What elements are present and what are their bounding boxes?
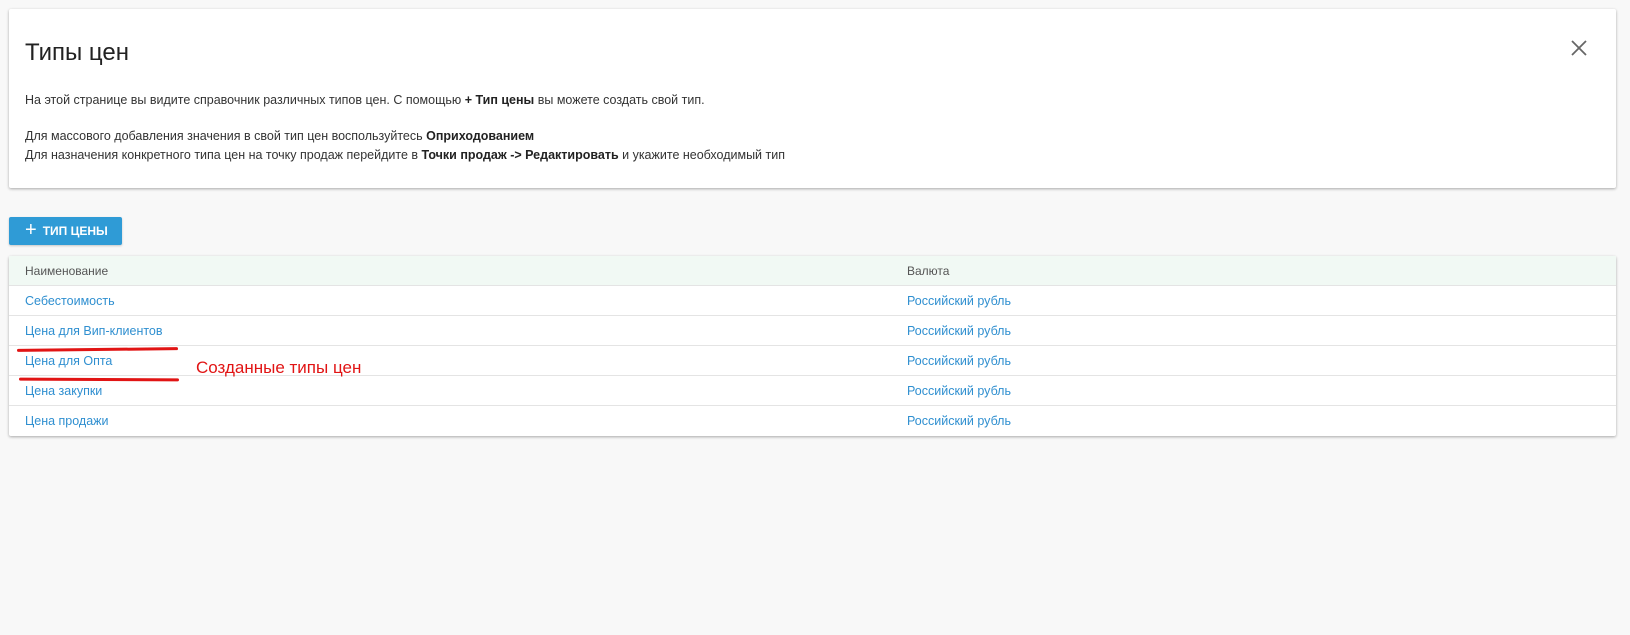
add-price-type-button[interactable]: + ТИП ЦЕНЫ — [9, 217, 122, 245]
info-panel: Типы цен На этой странице вы видите спра… — [9, 9, 1616, 188]
table-row: Цена для Вип-клиентов Российский рубль — [9, 316, 1616, 346]
currency-link[interactable]: Российский рубль — [907, 376, 1011, 406]
column-header-name[interactable]: Наименование — [25, 256, 108, 286]
currency-link[interactable]: Российский рубль — [907, 286, 1011, 316]
currency-link[interactable]: Российский рубль — [907, 316, 1011, 346]
currency-link[interactable]: Российский рубль — [907, 406, 1011, 436]
close-icon — [1571, 40, 1587, 56]
column-header-currency[interactable]: Валюта — [907, 256, 949, 286]
table-row: Себестоимость Российский рубль — [9, 286, 1616, 316]
table-header: Наименование Валюта — [9, 256, 1616, 286]
page-title: Типы цен — [25, 39, 130, 66]
close-button[interactable] — [1566, 35, 1592, 61]
info-line-create: На этой странице вы видите справочник ра… — [25, 93, 705, 107]
add-price-type-label: ТИП ЦЕНЫ — [42, 224, 108, 238]
info-line-bulk: Для массового добавления значения в свой… — [25, 129, 535, 143]
annotation-label: Созданные типы цен — [196, 358, 362, 377]
info-line-assign: Для назначения конкретного типа цен на т… — [25, 148, 785, 162]
table-row: Цена закупки Российский рубль — [9, 376, 1616, 406]
price-type-name-link[interactable]: Себестоимость — [25, 286, 115, 316]
price-type-name-link[interactable]: Цена для Вип-клиентов — [25, 316, 163, 346]
plus-icon: + — [25, 219, 37, 241]
price-type-name-link[interactable]: Цена продажи — [25, 406, 109, 436]
table-row: Цена продажи Российский рубль — [9, 406, 1616, 436]
price-types-table: Наименование Валюта Себестоимость Россий… — [9, 256, 1616, 436]
currency-link[interactable]: Российский рубль — [907, 346, 1011, 376]
